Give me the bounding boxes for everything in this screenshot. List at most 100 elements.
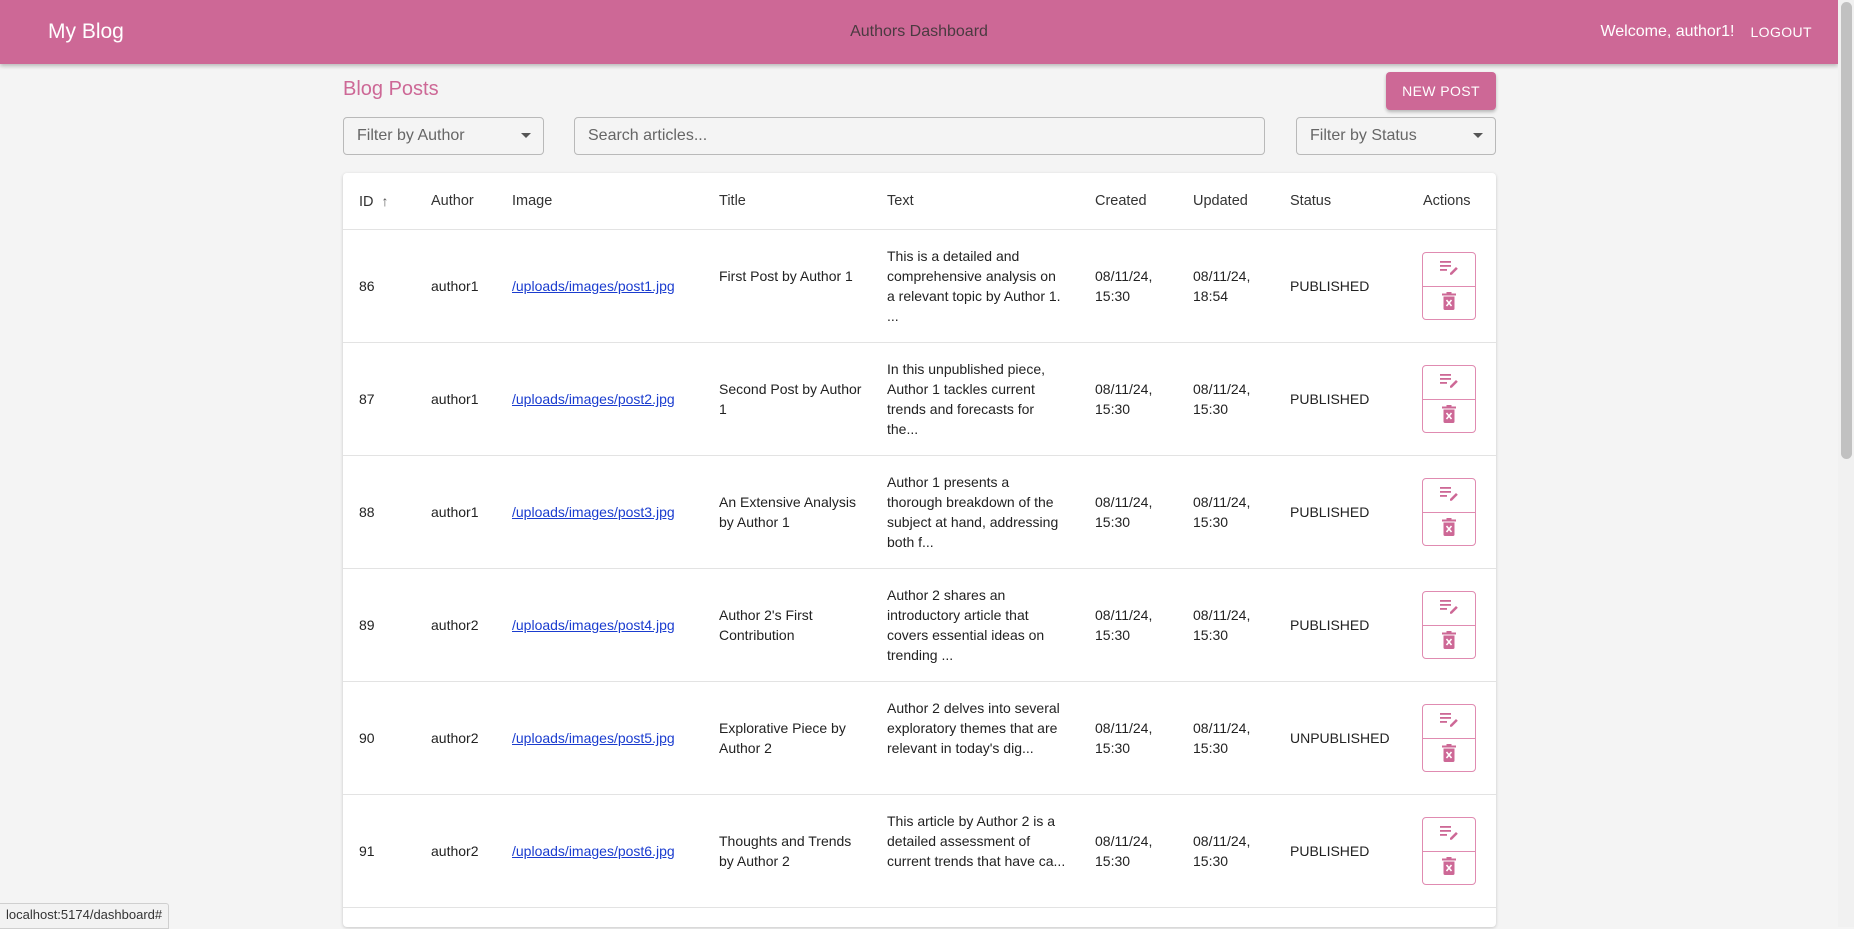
cell-text: In this unpublished piece, Author 1 tack… [887, 361, 1045, 437]
row-actions [1422, 591, 1476, 659]
status-badge: PUBLISHED [1290, 278, 1370, 294]
row-actions [1422, 817, 1476, 885]
delete-post-button[interactable] [1423, 626, 1475, 659]
delete-post-button[interactable] [1423, 400, 1475, 433]
page-scrollbar[interactable] [1838, 0, 1854, 927]
search-input[interactable]: Search articles... [574, 117, 1265, 155]
cell-author: author1 [431, 391, 479, 407]
row-actions [1422, 704, 1476, 772]
header-status[interactable]: Status [1290, 191, 1331, 211]
app-bar: My Blog Authors Dashboard Welcome, autho… [0, 0, 1838, 64]
filter-author-select[interactable]: Filter by Author [343, 117, 544, 155]
delete-icon [1442, 857, 1456, 880]
filter-author-label: Filter by Author [357, 127, 465, 144]
table-row: 91 author2/uploads/images/post6.jpg Though… [343, 795, 1496, 908]
row-actions [1422, 478, 1476, 546]
dashboard-title: Authors Dashboard [850, 23, 988, 40]
cell-updated: 08/11/24, 15:30 [1193, 381, 1251, 417]
header-image[interactable]: Image [512, 191, 552, 211]
image-link[interactable]: /uploads/images/post5.jpg [512, 728, 675, 748]
cell-updated: 08/11/24, 18:54 [1193, 268, 1251, 304]
delete-post-button[interactable] [1423, 852, 1475, 885]
welcome-text: Welcome, author1! [1600, 23, 1735, 40]
cell-text: Author 2 shares an introductory article … [887, 587, 1045, 663]
table-row: 87 author1/uploads/images/post2.jpg Second… [343, 343, 1496, 456]
cell-text: Author 2 delves into several exploratory… [887, 700, 1060, 756]
edit-post-icon [1439, 485, 1459, 506]
logout-button[interactable]: LOGOUT [1750, 0, 1812, 64]
cell-author: author1 [431, 504, 479, 520]
edit-post-icon [1439, 259, 1459, 280]
cell-title: Explorative Piece by Author 2 [719, 720, 846, 756]
dropdown-arrow-icon [521, 133, 531, 138]
new-post-button[interactable]: NEW POST [1386, 72, 1496, 110]
cell-author: author2 [431, 617, 479, 633]
cell-created: 08/11/24, 15:30 [1095, 268, 1153, 304]
delete-post-button[interactable] [1423, 287, 1475, 320]
header-id-label: ID [359, 194, 374, 210]
edit-post-icon [1439, 824, 1459, 845]
delete-icon [1442, 518, 1456, 541]
delete-icon [1442, 744, 1456, 767]
arrow-up-icon[interactable]: ↑ [382, 191, 389, 211]
cell-id: 90 [359, 730, 375, 746]
scrollbar-thumb[interactable] [1841, 2, 1852, 459]
delete-post-button[interactable] [1423, 739, 1475, 772]
image-link[interactable]: /uploads/images/post6.jpg [512, 841, 675, 861]
filter-status-label: Filter by Status [1310, 127, 1417, 144]
cell-id: 86 [359, 278, 375, 294]
image-link[interactable]: /uploads/images/post3.jpg [512, 502, 675, 522]
page-title: Blog Posts [343, 78, 439, 100]
edit-post-button[interactable] [1423, 253, 1475, 287]
edit-post-button[interactable] [1423, 818, 1475, 852]
cell-text: This is a detailed and comprehensive ana… [887, 248, 1061, 324]
header-text[interactable]: Text [887, 191, 1067, 211]
cell-title: Author 2's First Contribution [719, 607, 813, 643]
cell-updated: 08/11/24, 15:30 [1193, 833, 1251, 869]
header-created[interactable]: Created [1095, 191, 1170, 211]
edit-post-icon [1439, 711, 1459, 732]
filter-status-select[interactable]: Filter by Status [1296, 117, 1496, 155]
table-row: 90 author2/uploads/images/post5.jpg Explor… [343, 682, 1496, 795]
status-badge: PUBLISHED [1290, 391, 1370, 407]
cell-author: author2 [431, 730, 479, 746]
status-badge: PUBLISHED [1290, 504, 1370, 520]
cell-created: 08/11/24, 15:30 [1095, 720, 1153, 756]
cell-text: This article by Author 2 is a detailed a… [887, 813, 1066, 869]
cell-id: 89 [359, 617, 375, 633]
cell-updated: 08/11/24, 15:30 [1193, 607, 1251, 643]
image-link[interactable]: /uploads/images/post2.jpg [512, 389, 675, 409]
cell-author: author1 [431, 278, 479, 294]
cell-updated: 08/11/24, 15:30 [1193, 720, 1251, 756]
image-link[interactable]: /uploads/images/post4.jpg [512, 615, 675, 635]
table-row: 89 author2/uploads/images/post4.jpg Author… [343, 569, 1496, 682]
user-area: Welcome, author1! LOGOUT [1600, 0, 1812, 64]
header-actions: Actions [1423, 193, 1471, 209]
table-row: 88 author1/uploads/images/post3.jpg An Ext… [343, 456, 1496, 569]
header-id[interactable]: ID ↑ [359, 191, 389, 212]
delete-post-button[interactable] [1423, 513, 1475, 546]
cell-created: 08/11/24, 15:30 [1095, 833, 1153, 869]
header-updated[interactable]: Updated [1193, 191, 1268, 211]
cell-created: 08/11/24, 15:30 [1095, 381, 1153, 417]
search-placeholder: Search articles... [588, 127, 708, 144]
edit-post-button[interactable] [1423, 705, 1475, 739]
delete-icon [1442, 292, 1456, 315]
delete-icon [1442, 631, 1456, 654]
edit-post-icon [1439, 372, 1459, 393]
edit-post-button[interactable] [1423, 592, 1475, 626]
header-author[interactable]: Author [431, 191, 474, 211]
image-link[interactable]: /uploads/images/post1.jpg [512, 276, 675, 296]
edit-post-button[interactable] [1423, 366, 1475, 400]
cell-created: 08/11/24, 15:30 [1095, 607, 1153, 643]
status-badge: PUBLISHED [1290, 843, 1370, 859]
edit-post-button[interactable] [1423, 479, 1475, 513]
posts-table: ID ↑ Author Image Title Text Created Upd… [343, 173, 1496, 927]
cell-title: First Post by Author 1 [719, 268, 853, 284]
cell-title: An Extensive Analysis by Author 1 [719, 494, 856, 530]
cell-id: 88 [359, 504, 375, 520]
status-badge: UNPUBLISHED [1290, 730, 1390, 746]
header-title[interactable]: Title [719, 191, 869, 211]
cell-id: 87 [359, 391, 375, 407]
cell-title: Thoughts and Trends by Author 2 [719, 833, 852, 869]
